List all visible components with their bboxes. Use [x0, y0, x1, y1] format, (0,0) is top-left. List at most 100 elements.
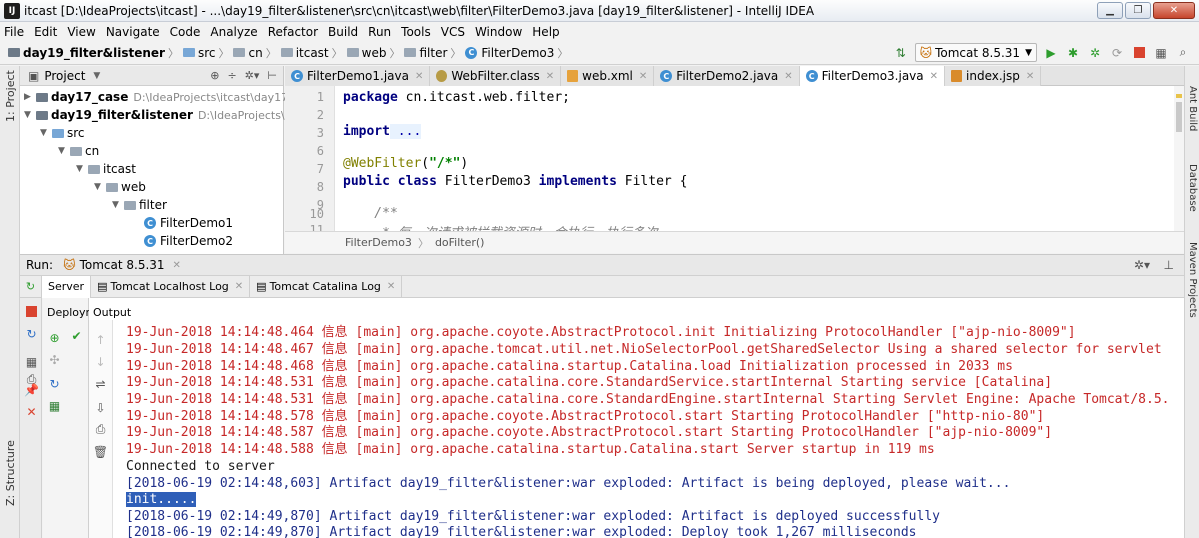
- tab-filterdemo1[interactable]: C FilterDemo1.java ✕: [285, 66, 431, 86]
- chevron-down-icon[interactable]: ▼: [24, 110, 36, 120]
- close-icon[interactable]: ✕: [24, 404, 39, 419]
- soft-wrap-icon[interactable]: ⇌: [93, 376, 108, 391]
- print-icon[interactable]: ⎙: [93, 422, 108, 437]
- project-tool-tab[interactable]: 1: Project: [4, 70, 17, 122]
- code-editor[interactable]: 1 2 3 6 7 8 9 10 11 package cn.itcast.we…: [285, 86, 1184, 231]
- tree-item-day19[interactable]: ▼ day19_filter&listener D:\IdeaProjects\…: [24, 106, 315, 124]
- run-config-dropdown[interactable]: 🐱 Tomcat 8.5.31 ▼: [914, 43, 1037, 62]
- menu-analyze[interactable]: Analyze: [210, 25, 257, 39]
- menu-edit[interactable]: Edit: [34, 25, 57, 39]
- tree-item-itcast[interactable]: ▼ itcast: [76, 160, 136, 178]
- structure-tool-tab[interactable]: Z: Structure: [4, 440, 17, 506]
- close-icon[interactable]: ✕: [546, 71, 554, 82]
- folded-imports[interactable]: ...: [389, 124, 422, 139]
- close-icon[interactable]: ✕: [235, 281, 243, 292]
- hide-panel-icon[interactable]: ⊥: [1164, 258, 1174, 272]
- menu-refactor[interactable]: Refactor: [268, 25, 318, 39]
- artifact-icon[interactable]: ▦: [47, 398, 62, 413]
- profile-icon[interactable]: ⟳: [1109, 45, 1125, 61]
- close-icon[interactable]: ✕: [930, 71, 938, 82]
- chevron-down-icon[interactable]: ▼: [58, 146, 70, 156]
- menu-tools[interactable]: Tools: [401, 25, 431, 39]
- chevron-down-icon[interactable]: ▼: [93, 71, 100, 81]
- tab-webfilter-class[interactable]: WebFilter.class ✕: [430, 66, 562, 86]
- gear-icon[interactable]: ✲▾: [1134, 258, 1150, 272]
- database-tab[interactable]: Database: [1187, 164, 1198, 212]
- scroll-to-end-icon[interactable]: ⇩: [93, 400, 108, 415]
- stop-icon[interactable]: [1131, 45, 1147, 61]
- breadcrumb-project[interactable]: day19_filter&listener 〉: [8, 45, 183, 61]
- close-icon[interactable]: ✕: [387, 281, 395, 292]
- update-icon[interactable]: ↻: [24, 326, 39, 341]
- tree-item-filterdemo1[interactable]: C FilterDemo1: [144, 214, 233, 232]
- trash-icon[interactable]: 🗑: [93, 444, 108, 459]
- chevron-down-icon[interactable]: ▼: [112, 200, 124, 210]
- menu-run[interactable]: Run: [368, 25, 391, 39]
- close-icon[interactable]: ✕: [639, 71, 647, 82]
- hide-panel-icon[interactable]: ⊢: [267, 69, 277, 82]
- run-icon[interactable]: ▶: [1043, 45, 1059, 61]
- layout-icon[interactable]: ▦: [24, 354, 39, 369]
- breadcrumb-cn[interactable]: cn 〉: [233, 45, 280, 61]
- chevron-down-icon[interactable]: ▼: [40, 128, 52, 138]
- breadcrumb-src[interactable]: src 〉: [182, 45, 234, 61]
- tree-item-web[interactable]: ▼ web: [94, 178, 146, 196]
- debug-icon[interactable]: ✱: [1065, 45, 1081, 61]
- make-project-icon[interactable]: ⇅: [893, 45, 909, 61]
- editor-breadcrumb-method[interactable]: doFilter(): [435, 236, 485, 249]
- restore-icon[interactable]: ❐: [1125, 2, 1151, 19]
- tree-item-filterdemo2[interactable]: C FilterDemo2: [144, 232, 233, 250]
- breadcrumb-itcast[interactable]: itcast 〉: [280, 45, 347, 61]
- stop-icon[interactable]: [24, 304, 39, 319]
- search-everywhere-icon[interactable]: ⌕: [1175, 45, 1191, 61]
- move-icon[interactable]: ✣: [47, 352, 62, 367]
- close-icon[interactable]: ✕: [1153, 2, 1195, 19]
- tree-item-cn[interactable]: ▼ cn: [58, 142, 99, 160]
- pin-icon[interactable]: 📌: [24, 382, 39, 397]
- tab-web-xml[interactable]: web.xml ✕: [561, 66, 655, 86]
- maven-projects-tab[interactable]: Maven Projects: [1187, 242, 1198, 318]
- menu-window[interactable]: Window: [475, 25, 522, 39]
- breadcrumb-filterdemo3[interactable]: C FilterDemo3 〉: [465, 45, 572, 61]
- tab-index-jsp[interactable]: index.jsp ✕: [945, 66, 1042, 86]
- log-line-selected[interactable]: init.....: [126, 492, 197, 507]
- chevron-down-icon[interactable]: ▼: [76, 164, 88, 174]
- tab-tomcat-localhost-log[interactable]: ▤ Tomcat Localhost Log ✕: [91, 275, 251, 298]
- menu-vcs[interactable]: VCS: [441, 25, 465, 39]
- tab-tomcat-catalina-log[interactable]: ▤ Tomcat Catalina Log ✕: [250, 275, 403, 298]
- arrow-down-icon[interactable]: ↓: [93, 354, 108, 369]
- breadcrumb-web[interactable]: web 〉: [346, 45, 405, 61]
- editor-breadcrumb-class[interactable]: FilterDemo3: [345, 236, 412, 249]
- tab-server[interactable]: Server: [42, 275, 92, 298]
- rerun-icon[interactable]: ↻: [26, 280, 35, 293]
- refresh-icon[interactable]: ↻: [47, 376, 62, 391]
- chevron-down-icon[interactable]: ▼: [94, 182, 106, 192]
- run-config-tab[interactable]: Tomcat 8.5.31: [80, 258, 165, 272]
- project-structure-icon[interactable]: ▦: [1153, 45, 1169, 61]
- menu-build[interactable]: Build: [328, 25, 358, 39]
- menu-view[interactable]: View: [67, 25, 95, 39]
- locate-icon[interactable]: ⊕: [210, 69, 219, 82]
- collapse-all-icon[interactable]: ÷: [227, 69, 236, 82]
- tab-filterdemo3[interactable]: C FilterDemo3.java ✕: [799, 66, 946, 86]
- menu-file[interactable]: File: [4, 25, 24, 39]
- menu-help[interactable]: Help: [532, 25, 559, 39]
- close-icon[interactable]: ✕: [784, 71, 792, 82]
- ant-build-tab[interactable]: Ant Build: [1187, 86, 1198, 131]
- project-view-selector[interactable]: Project: [44, 69, 85, 83]
- coverage-icon[interactable]: ✲: [1087, 45, 1103, 61]
- menu-navigate[interactable]: Navigate: [106, 25, 160, 39]
- close-icon[interactable]: ✕: [173, 260, 181, 271]
- tree-item-day17-case[interactable]: ▶ day17_case D:\IdeaProjects\itcast\day1…: [24, 88, 306, 106]
- tree-item-filter[interactable]: ▼ filter: [112, 196, 167, 214]
- close-icon[interactable]: ✕: [415, 71, 423, 82]
- breadcrumb-filter[interactable]: filter 〉: [404, 45, 465, 61]
- arrow-up-icon[interactable]: ↑: [93, 332, 108, 347]
- editor-scrollbar[interactable]: [1174, 86, 1184, 231]
- tab-filterdemo2[interactable]: C FilterDemo2.java ✕: [654, 66, 800, 86]
- menu-code[interactable]: Code: [170, 25, 201, 39]
- tree-item-src[interactable]: ▼ src: [40, 124, 85, 142]
- deploy-icon[interactable]: ⊕: [47, 330, 62, 345]
- chevron-right-icon[interactable]: ▶: [24, 92, 36, 102]
- gear-icon[interactable]: ✲▾: [245, 69, 260, 82]
